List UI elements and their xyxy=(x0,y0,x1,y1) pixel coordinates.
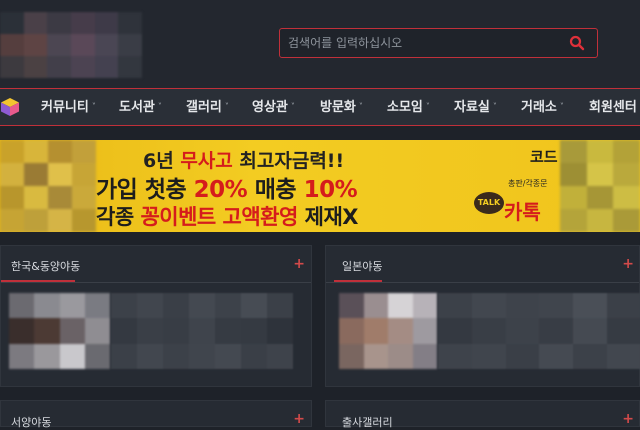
chevron-down-icon: ˅ xyxy=(493,89,497,125)
more-plus-icon[interactable]: + xyxy=(622,411,634,427)
kakaotalk-icon: TALK xyxy=(474,192,504,214)
panel-title[interactable]: 서양야동 xyxy=(11,414,51,430)
banner-code-label: 코드 xyxy=(530,146,558,167)
banner-line-3: 각종 꽁이벤트 고액환영 제재X xyxy=(96,201,358,231)
panel-title[interactable]: 출사갤러리 xyxy=(342,414,393,430)
banner-pixelated-image xyxy=(0,140,96,232)
nav-item-member-center[interactable]: 회원센터˅ xyxy=(589,89,640,125)
more-plus-icon[interactable]: + xyxy=(622,256,634,272)
banner-kakao-label: 카톡 xyxy=(504,196,541,225)
banner-small-text: 총판/각종문 xyxy=(508,178,548,189)
main-nav: 커뮤니티˅ 도서관˅ 갤러리˅ 영상관˅ 방문화˅ 소모임˅ 자료실˅ 거래소˅… xyxy=(0,88,640,126)
cube-logo-icon[interactable] xyxy=(0,97,20,117)
post-text-pixelated[interactable] xyxy=(438,293,640,369)
divider xyxy=(326,282,639,283)
site-logo[interactable] xyxy=(0,12,142,78)
post-thumbnail[interactable] xyxy=(339,293,437,369)
chevron-down-icon: ˅ xyxy=(158,89,162,125)
panel-title[interactable]: 일본야동 xyxy=(342,258,382,274)
banner-line-2: 가입 첫충 20% 매충 10% xyxy=(96,170,357,204)
panel-title[interactable]: 한국&동양야동 xyxy=(11,258,80,274)
chevron-down-icon: ˅ xyxy=(426,89,430,125)
ad-banner[interactable]: 6년 무사고 최고자금력!! 가입 첫충 20% 매충 10% 각종 꽁이벤트 … xyxy=(0,140,640,232)
chevron-down-icon: ˅ xyxy=(92,89,96,125)
panel-japanese: 일본야동 + xyxy=(325,245,640,387)
search-box xyxy=(279,28,598,58)
post-text-pixelated[interactable] xyxy=(111,293,293,369)
site-header xyxy=(0,0,640,88)
chevron-down-icon: ˅ xyxy=(560,89,564,125)
divider xyxy=(1,282,311,283)
nav-item-video[interactable]: 영상관˅ xyxy=(252,89,295,125)
banner-pixelated-contact xyxy=(560,140,640,232)
nav-item-archive[interactable]: 자료실˅ xyxy=(454,89,497,125)
chevron-down-icon: ˅ xyxy=(291,89,295,125)
nav-item-gallery[interactable]: 갤러리˅ xyxy=(186,89,229,125)
nav-item-market[interactable]: 거래소˅ xyxy=(521,89,564,125)
panel-korean-asian: 한국&동양야동 + xyxy=(0,245,312,387)
search-icon[interactable] xyxy=(569,35,585,51)
nav-item-community[interactable]: 커뮤니티˅ xyxy=(41,89,96,125)
nav-item-club[interactable]: 소모임˅ xyxy=(387,89,430,125)
chevron-down-icon: ˅ xyxy=(359,89,363,125)
chevron-down-icon: ˅ xyxy=(225,89,229,125)
more-plus-icon[interactable]: + xyxy=(293,256,305,272)
search-input[interactable] xyxy=(288,29,558,57)
more-plus-icon[interactable]: + xyxy=(293,411,305,427)
nav-item-visit[interactable]: 방문화˅ xyxy=(320,89,363,125)
panel-western: 서양야동 + xyxy=(0,400,312,427)
banner-line-1: 6년 무사고 최고자금력!! xyxy=(143,146,344,173)
post-thumbnail[interactable] xyxy=(9,293,110,369)
nav-item-library[interactable]: 도서관˅ xyxy=(119,89,162,125)
panel-photo-gallery: 출사갤러리 + xyxy=(325,400,640,427)
